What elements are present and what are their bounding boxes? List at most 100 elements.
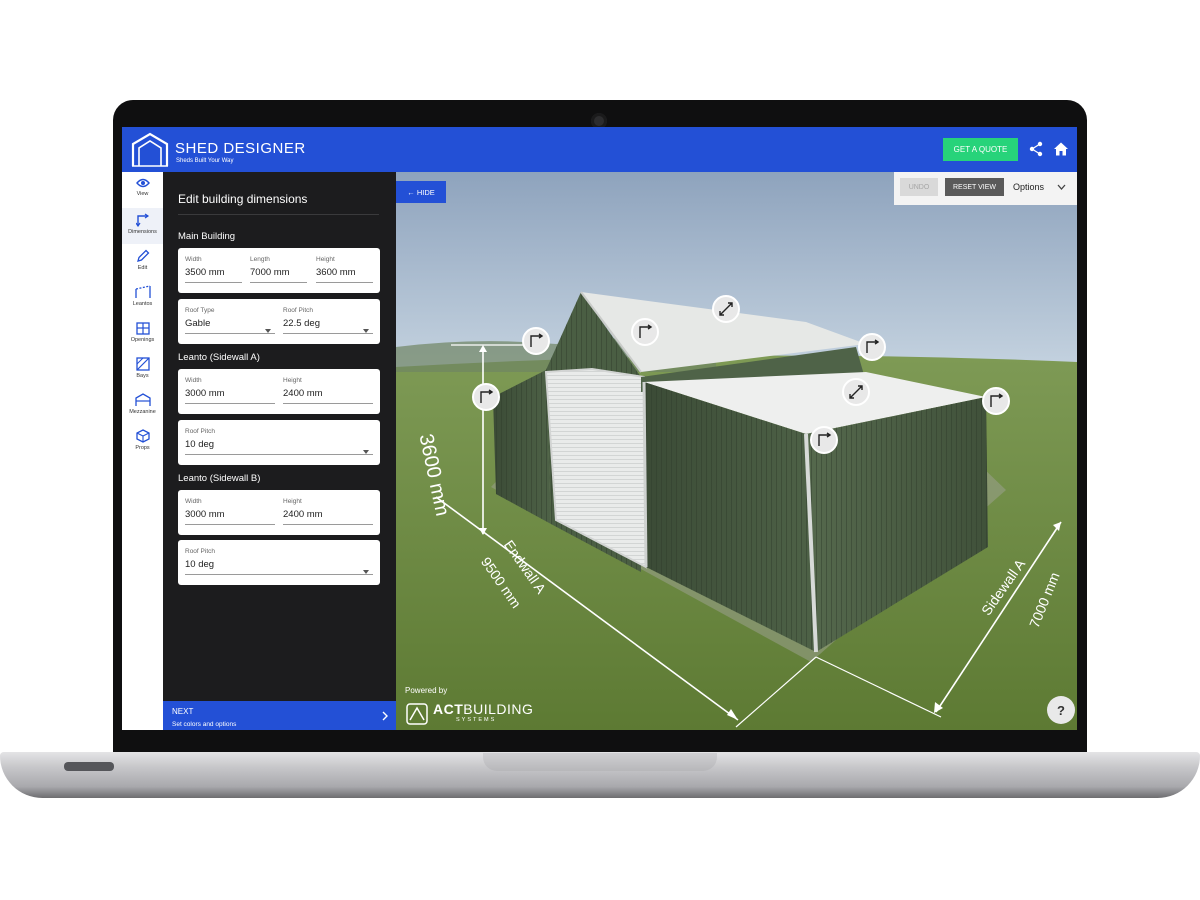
chevron-down-icon [363, 450, 369, 454]
brand-bold: ACT [433, 701, 464, 717]
eye-icon [135, 178, 150, 188]
corner-trim [642, 381, 648, 568]
next-sublabel: Set colors and options [172, 721, 237, 728]
cube-icon [135, 429, 150, 443]
field-value: 10 deg [185, 439, 215, 450]
nav-item-props[interactable]: Props [122, 424, 163, 460]
panel-title: Edit building dimensions [178, 192, 308, 206]
undo-button[interactable]: UNDO [900, 178, 938, 196]
nav-item-dimensions[interactable]: Dimensions [122, 208, 163, 244]
field-label: Width [185, 498, 202, 505]
leanto-b-size-card: Width 3000 mm Height 2400 mm [178, 490, 380, 535]
field-label: Length [250, 256, 270, 263]
main-length-field[interactable]: Length 7000 mm [250, 256, 307, 283]
leanto-a-roof-card: Roof Pitch 10 deg [178, 420, 380, 465]
leanto-a-pitch-select[interactable]: Roof Pitch 10 deg [185, 428, 373, 455]
home-icon[interactable] [1053, 141, 1069, 157]
left-nav: View Dimensions Edit Leantos Openings Ba… [122, 172, 164, 730]
openings-icon [135, 322, 150, 335]
leanto-a-height-field[interactable]: Height 2400 mm [283, 377, 373, 404]
leanto-a-size-card: Width 3000 mm Height 2400 mm [178, 369, 380, 414]
leanto-b-pitch-select[interactable]: Roof Pitch 10 deg [185, 548, 373, 575]
main-building-heading: Main Building [178, 231, 236, 242]
nav-label: Dimensions [128, 229, 157, 235]
nav-label: Mezzanine [129, 409, 156, 415]
field-value: 2400 mm [283, 388, 323, 399]
brand-tagline: Sheds Built Your Way [176, 158, 234, 164]
chevron-down-icon [265, 329, 271, 333]
field-label: Roof Pitch [283, 307, 313, 314]
field-value: 10 deg [185, 559, 215, 570]
resize-handle[interactable] [858, 333, 886, 361]
chevron-down-icon[interactable] [1057, 184, 1066, 190]
hide-panel-button[interactable]: ← HIDE [396, 181, 446, 203]
nav-item-edit[interactable]: Edit [122, 244, 163, 280]
bays-icon [135, 357, 150, 371]
shed-scene[interactable] [396, 172, 1077, 730]
share-icon[interactable] [1028, 141, 1044, 157]
field-label: Roof Type [185, 307, 215, 314]
field-label: Height [283, 498, 302, 505]
help-button[interactable]: ? [1047, 696, 1075, 724]
nav-label: Edit [137, 265, 148, 271]
leanto-a-heading: Leanto (Sidewall A) [178, 352, 260, 363]
roof-type-select[interactable]: Roof Type Gable [185, 307, 275, 334]
resize-handle[interactable] [842, 378, 870, 406]
act-logo-icon [406, 703, 428, 725]
leanto-b-width-field[interactable]: Width 3000 mm [185, 498, 275, 525]
laptop-notch [483, 753, 717, 771]
main-height-field[interactable]: Height 3600 mm [316, 256, 373, 283]
act-brand-text: ACTBUILDING [433, 701, 533, 717]
top-bar: SHED DESIGNER Sheds Built Your Way GET A… [122, 127, 1077, 172]
viewport-toolbar: UNDO RESET VIEW Options [894, 172, 1077, 205]
field-value: 3600 mm [316, 267, 356, 278]
resize-handle[interactable] [631, 318, 659, 346]
dimensions-icon [135, 213, 149, 227]
nav-label: Leantos [132, 301, 153, 307]
field-label: Height [316, 256, 335, 263]
shed-logo-icon [131, 132, 169, 167]
resize-handle[interactable] [522, 327, 550, 355]
main-roof-card: Roof Type Gable Roof Pitch 22.5 deg [178, 299, 380, 344]
resize-handle[interactable] [810, 426, 838, 454]
field-value: 3000 mm [185, 509, 225, 520]
leanto-icon [134, 285, 151, 298]
field-label: Height [283, 377, 302, 384]
nav-item-openings[interactable]: Openings [122, 316, 163, 352]
field-value: 7000 mm [250, 267, 290, 278]
field-value: 2400 mm [283, 509, 323, 520]
app-screen: SHED DESIGNER Sheds Built Your Way GET A… [122, 127, 1077, 730]
field-label: Width [185, 377, 202, 384]
field-label: Width [185, 256, 202, 263]
resize-handle[interactable] [472, 383, 500, 411]
brand-rest: BUILDING [463, 701, 534, 717]
get-quote-button[interactable]: GET A QUOTE [943, 138, 1018, 161]
chevron-right-icon [382, 711, 388, 721]
dimensions-panel: Edit building dimensions Main Building W… [163, 172, 396, 730]
nav-item-mezzanine[interactable]: Mezzanine [122, 388, 163, 424]
laptop-port [64, 762, 114, 771]
reset-view-button[interactable]: RESET VIEW [945, 178, 1004, 196]
resize-handle[interactable] [982, 387, 1010, 415]
field-label: Roof Pitch [185, 548, 215, 555]
next-button[interactable]: NEXT Set colors and options [163, 701, 396, 730]
nav-label: Props [135, 445, 150, 451]
roof-pitch-select[interactable]: Roof Pitch 22.5 deg [283, 307, 373, 334]
chevron-down-icon [363, 329, 369, 333]
nav-item-bays[interactable]: Bays [122, 352, 163, 388]
3d-viewport[interactable]: 3600 mm Endwall A 9500 mm Sidewall A 700… [396, 172, 1077, 730]
leanto-b-height-field[interactable]: Height 2400 mm [283, 498, 373, 525]
field-value: 22.5 deg [283, 318, 320, 329]
field-value: 3500 mm [185, 267, 225, 278]
leanto-a-width-field[interactable]: Width 3000 mm [185, 377, 275, 404]
options-dropdown[interactable]: Options [1013, 182, 1044, 192]
nav-item-leantos[interactable]: Leantos [122, 280, 163, 316]
main-width-field[interactable]: Width 3500 mm [185, 256, 242, 283]
nav-label: Openings [130, 337, 155, 343]
chevron-down-icon [363, 570, 369, 574]
nav-label: View [136, 191, 149, 197]
resize-handle[interactable] [712, 295, 740, 323]
nav-item-view[interactable]: View [122, 172, 163, 208]
main-size-card: Width 3500 mm Length 7000 mm Height 3600… [178, 248, 380, 293]
act-brand-sub: SYSTEMS [456, 717, 497, 723]
